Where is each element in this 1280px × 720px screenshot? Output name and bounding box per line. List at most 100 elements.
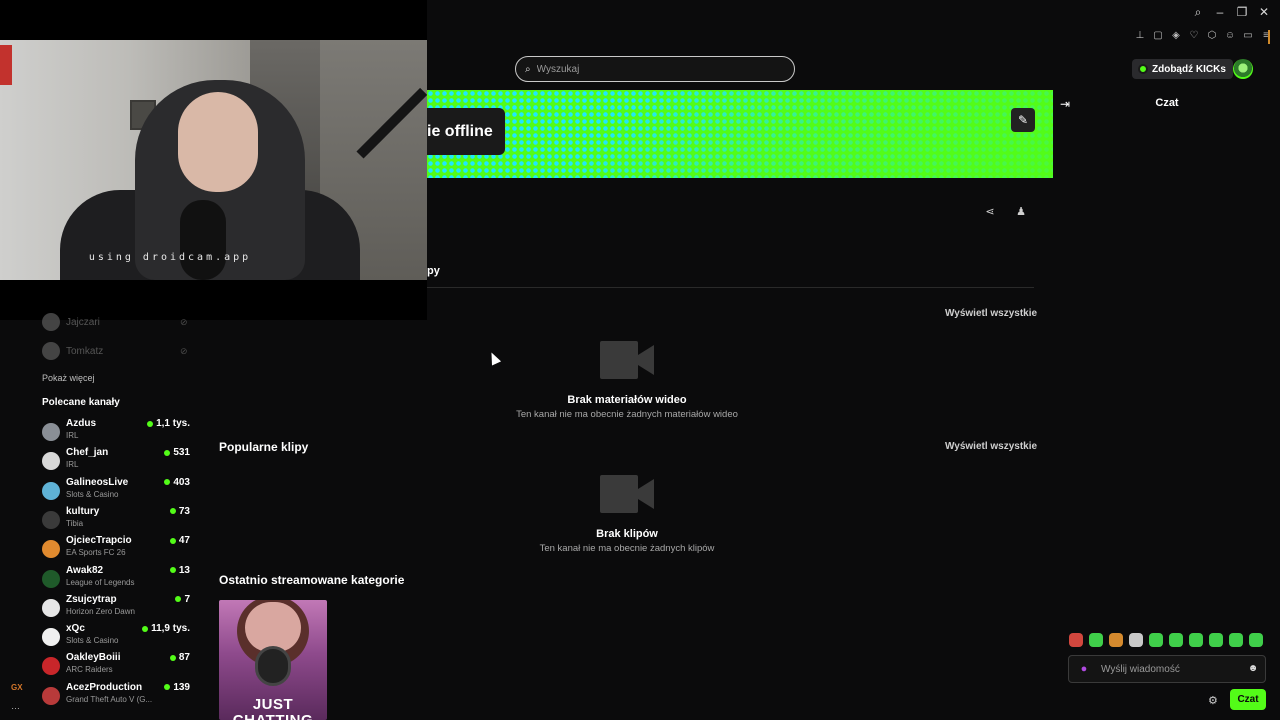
snapshot-icon[interactable]: ▢ — [1152, 30, 1164, 42]
microphone-icon[interactable]: ● — [1076, 661, 1092, 677]
recommended-channel-row[interactable]: kultury Tibia 73 — [42, 505, 190, 533]
profile-icon[interactable]: ☺ — [1224, 30, 1236, 42]
emote-icon[interactable] — [1249, 633, 1263, 647]
avatar — [42, 569, 60, 588]
viewer-count: 531 — [164, 447, 190, 458]
chat-input-box[interactable]: ● ☻ — [1068, 655, 1266, 683]
pin-icon[interactable]: ⊥ — [1134, 30, 1146, 42]
gear-icon[interactable]: ⚙ — [1208, 694, 1218, 707]
mouse-cursor — [486, 350, 502, 366]
recommended-channel-row[interactable]: Azdus IRL 1,1 tys. — [42, 417, 190, 445]
eye-off-icon: ⊘ — [180, 345, 188, 356]
user-avatar[interactable] — [1233, 59, 1253, 79]
recommended-channel-row[interactable]: xQc Slots & Casino 11,9 tys. — [42, 622, 190, 650]
search-bar[interactable]: ⌕ — [515, 56, 795, 82]
get-kicks-button[interactable]: Zdobądź KICKs — [1132, 59, 1233, 79]
channel-category: Grand Theft Auto V (G... — [66, 694, 153, 704]
puzzle-icon[interactable]: ⬡ — [1206, 30, 1218, 42]
live-dot-icon — [175, 596, 182, 603]
emote-icon[interactable] — [1189, 633, 1203, 647]
viewer-count-value: 13 — [178, 564, 190, 576]
recent-categories-title: Ostatnio streamowane kategorie — [219, 573, 405, 587]
search-icon[interactable]: ⌕ — [1192, 6, 1204, 18]
video-camera-icon — [600, 475, 654, 513]
menu-icon[interactable]: ≡ — [1260, 30, 1272, 42]
viewer-count: 13 — [169, 564, 190, 576]
no-videos-title: Brak materiałów wideo — [567, 394, 687, 406]
emote-icon[interactable] — [1069, 633, 1083, 647]
follow-icon[interactable]: ♟ — [1014, 205, 1028, 219]
avatar — [42, 342, 60, 360]
send-chat-button[interactable]: Czat — [1230, 689, 1266, 710]
channel-name: Chef_jan — [66, 447, 109, 459]
emote-icon[interactable] — [1129, 633, 1143, 647]
banner-gradient — [427, 90, 1053, 178]
viewer-count: 7 — [175, 594, 190, 605]
followed-channel-row[interactable]: Tomkatz ⊘ — [42, 342, 188, 360]
extensions-bar: ⊥ ▢ ◈ ♡ ⬡ ☺ ▭ ≡ — [1134, 30, 1272, 42]
webcam-red-sign — [0, 45, 12, 85]
recommended-channel-row[interactable]: Zsujcytrap Horizon Zero Dawn 7 — [42, 593, 190, 621]
more-icon[interactable]: … — [11, 701, 20, 711]
view-all-videos-link[interactable]: Wyświetl wszystkie — [945, 308, 1037, 319]
category-card-just-chatting[interactable]: JUST CHATTING — [219, 600, 327, 720]
edit-banner-button[interactable]: ✎ — [1011, 108, 1035, 132]
viewer-count-value: 11,9 tys. — [151, 623, 190, 635]
search-input[interactable] — [536, 63, 767, 75]
channel-category: Slots & Casino — [66, 489, 119, 499]
emote-icon[interactable] — [1109, 633, 1123, 647]
channel-name: Zsujcytrap — [66, 593, 117, 605]
tab-clips[interactable]: py — [427, 265, 440, 277]
show-more-link[interactable]: Pokaż więcej — [42, 373, 95, 383]
viewer-count-value: 87 — [178, 652, 190, 664]
recommended-channel-row[interactable]: Awak82 League of Legends 13 — [42, 564, 190, 592]
followed-channel-name: Jajczari — [66, 316, 100, 328]
followed-channel-row[interactable]: Jajczari ⊘ — [42, 313, 188, 331]
channel-name: GalineosLive — [66, 476, 129, 488]
avatar — [42, 628, 60, 647]
battery-icon[interactable]: ▭ — [1242, 30, 1254, 42]
channel-category: Slots & Casino — [66, 636, 119, 646]
heart-icon[interactable]: ♡ — [1188, 30, 1200, 42]
recommended-channel-row[interactable]: Chef_jan IRL 531 — [42, 446, 190, 474]
sidebar-accent-line — [1268, 30, 1270, 44]
viewer-count-value: 139 — [173, 681, 190, 693]
minimize-icon[interactable]: – — [1214, 6, 1226, 18]
recommended-channel-row[interactable]: GalineosLive Slots & Casino 403 — [42, 476, 190, 504]
share-icon[interactable]: ⋖ — [983, 205, 997, 219]
emote-icon[interactable] — [1089, 633, 1103, 647]
emote-icon[interactable] — [1209, 633, 1223, 647]
viewer-count-value: 531 — [173, 447, 190, 459]
avatar — [42, 452, 60, 471]
get-kicks-label: Zdobądź KICKs — [1152, 63, 1226, 75]
recommended-channel-row[interactable]: OakleyBoiii ARC Raiders 87 — [42, 651, 190, 679]
pencil-icon: ✎ — [1017, 113, 1029, 127]
viewer-count: 139 — [164, 682, 190, 693]
chat-message-input[interactable] — [1101, 663, 1241, 675]
shield-icon[interactable]: ◈ — [1170, 30, 1182, 42]
gx-icon[interactable]: GX — [11, 683, 23, 692]
view-all-clips-link[interactable]: Wyświetl wszystkie — [945, 441, 1037, 452]
channel-category: EA Sports FC 26 — [66, 548, 126, 558]
restore-icon[interactable]: ❐ — [1236, 6, 1248, 18]
emoji-icon[interactable]: ☻ — [1247, 663, 1259, 675]
close-icon[interactable]: ✕ — [1258, 6, 1270, 18]
emote-icon[interactable] — [1169, 633, 1183, 647]
channel-category: Horizon Zero Dawn — [66, 606, 135, 616]
no-videos-subtitle: Ten kanał nie ma obecnie żadnych materia… — [516, 409, 738, 420]
viewer-count-value: 1,1 tys. — [156, 418, 190, 429]
webcam-watermark: using droidcam.app — [88, 252, 252, 263]
recommended-channel-row[interactable]: AcezProduction Grand Theft Auto V (G... 13… — [42, 681, 190, 709]
avatar — [42, 598, 60, 617]
collapse-chat-icon[interactable]: ⇥ — [1060, 97, 1070, 111]
live-dot-icon — [169, 654, 176, 661]
channel-category: ARC Raiders — [66, 665, 113, 675]
offline-text: ie offline — [427, 122, 493, 140]
recommended-channel-row[interactable]: OjciecTrapcio EA Sports FC 26 47 — [42, 534, 190, 562]
channel-name: Awak82 — [66, 564, 104, 576]
kicks-icon — [1138, 64, 1148, 74]
viewer-count: 47 — [169, 535, 190, 546]
emote-icon[interactable] — [1229, 633, 1243, 647]
live-dot-icon — [164, 449, 171, 456]
emote-icon[interactable] — [1149, 633, 1163, 647]
